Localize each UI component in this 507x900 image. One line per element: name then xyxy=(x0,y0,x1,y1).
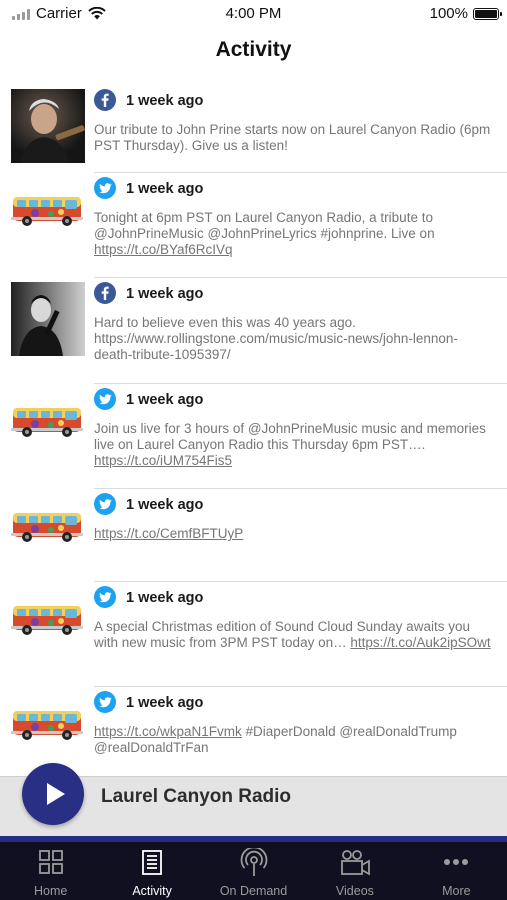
post-link[interactable]: https://t.co/CemfBFTUyP xyxy=(94,526,243,541)
post-text: Join us live for 3 hours of @JohnPrineMu… xyxy=(94,421,496,469)
tab-label: Videos xyxy=(335,884,374,898)
twitter-icon xyxy=(94,388,116,410)
bus-logo-thumbnail xyxy=(11,701,85,745)
feed-post[interactable]: 1 week ago Join us live for 3 hours of @J… xyxy=(0,383,507,489)
bus-logo-thumbnail xyxy=(11,596,85,640)
feed-post[interactable]: 1 week ago Tonight at 6pm PST on Laurel C… xyxy=(0,172,507,278)
post-text: A special Christmas edition of Sound Clo… xyxy=(94,619,496,651)
tab-videos[interactable]: Videos xyxy=(304,842,405,900)
page-title: Activity xyxy=(215,38,292,61)
post-text: https://t.co/wkpaN1Fvmk #DiaperDonald @r… xyxy=(94,724,496,756)
post-time: 1 week ago xyxy=(126,93,204,109)
feed-post[interactable]: 1 week ago https://t.co/CemfBFTUyP xyxy=(0,488,507,582)
tab-label: Home xyxy=(34,884,68,898)
battery-info: 100% xyxy=(429,5,502,22)
feed-post[interactable]: 1 week ago https://t.co/wkpaN1Fvmk #Diape… xyxy=(0,686,507,776)
tab-activity[interactable]: Activity xyxy=(101,842,202,900)
feed-post[interactable]: 1 week ago A special Christmas edition of… xyxy=(0,581,507,687)
post-photo-thumbnail xyxy=(11,89,85,163)
twitter-icon xyxy=(94,691,116,713)
post-body: Join us live for 3 hours of @JohnPrineMu… xyxy=(94,421,486,452)
post-text: Tonight at 6pm PST on Laurel Canyon Radi… xyxy=(94,210,496,258)
tab-bar: Home Activity On Demand Videos More xyxy=(0,842,507,900)
post-body: Tonight at 6pm PST on Laurel Canyon Radi… xyxy=(94,210,435,241)
twitter-icon xyxy=(94,177,116,199)
post-body: Hard to believe even this was 40 years a… xyxy=(94,315,458,362)
post-time: 1 week ago xyxy=(126,590,204,606)
post-text: Our tribute to John Prine starts now on … xyxy=(94,122,496,154)
twitter-icon xyxy=(94,586,116,608)
post-text: Hard to believe even this was 40 years a… xyxy=(94,315,496,363)
battery-percent: 100% xyxy=(429,5,468,22)
tab-home[interactable]: Home xyxy=(0,842,101,900)
activity-feed[interactable]: 1 week ago Our tribute to John Prine star… xyxy=(0,84,507,776)
feed-post[interactable]: 1 week ago Hard to believe even this was … xyxy=(0,277,507,384)
bus-logo-thumbnail xyxy=(11,503,85,547)
play-button[interactable] xyxy=(22,763,84,825)
post-time: 1 week ago xyxy=(126,695,204,711)
post-link[interactable]: https://t.co/wkpaN1Fvmk xyxy=(94,724,242,739)
facebook-icon xyxy=(94,282,116,304)
bus-logo-thumbnail xyxy=(11,398,85,442)
post-link[interactable]: https://t.co/iUM754Fis5 xyxy=(94,453,232,468)
mini-player[interactable]: Laurel Canyon Radio xyxy=(0,763,507,836)
status-bar: Carrier 4:00 PM 100% xyxy=(0,0,507,28)
twitter-icon xyxy=(94,493,116,515)
post-link[interactable]: https://t.co/Auk2ipSOwt xyxy=(350,635,490,650)
post-time: 1 week ago xyxy=(126,181,204,197)
tab-label: On Demand xyxy=(219,884,288,898)
battery-icon xyxy=(473,7,502,20)
post-body: Our tribute to John Prine starts now on … xyxy=(94,122,491,153)
facebook-icon xyxy=(94,89,116,111)
tab-label: More xyxy=(442,884,471,898)
post-time: 1 week ago xyxy=(126,392,204,408)
post-time: 1 week ago xyxy=(126,497,204,513)
bus-logo-thumbnail xyxy=(11,187,85,231)
post-text: https://t.co/CemfBFTUyP xyxy=(94,526,496,542)
tab-label: Activity xyxy=(132,884,172,898)
feed-post[interactable]: 1 week ago Our tribute to John Prine star… xyxy=(0,84,507,173)
tab-more[interactable]: More xyxy=(406,842,507,900)
post-time: 1 week ago xyxy=(126,286,204,302)
station-title[interactable]: Laurel Canyon Radio xyxy=(101,786,291,808)
tab-on-demand[interactable]: On Demand xyxy=(203,842,304,900)
post-link[interactable]: https://t.co/BYaf6RcIVq xyxy=(94,242,233,257)
post-photo-thumbnail xyxy=(11,282,85,356)
